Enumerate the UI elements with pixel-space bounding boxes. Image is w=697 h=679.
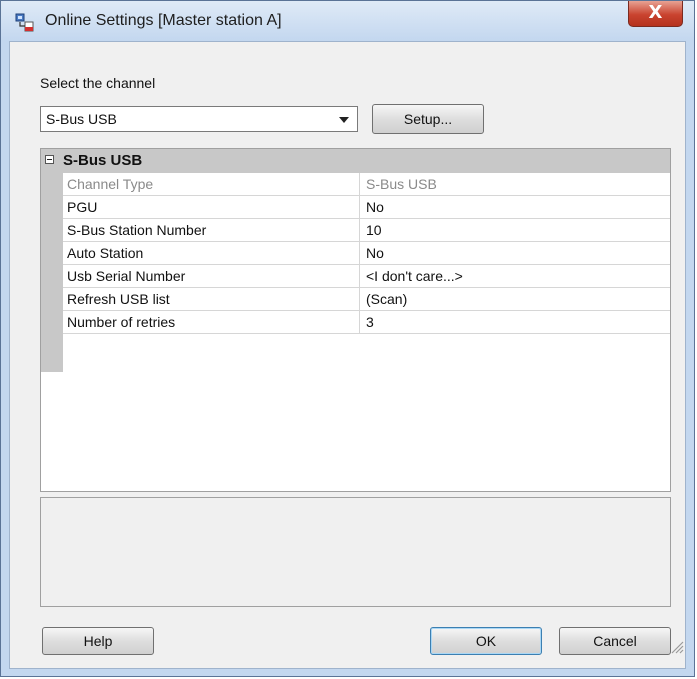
property-name: Number of retries bbox=[67, 314, 176, 330]
property-value[interactable]: 10 bbox=[366, 222, 382, 238]
column-divider bbox=[359, 288, 360, 311]
dialog-window: Online Settings [Master station A] X Sel… bbox=[0, 0, 695, 677]
property-row-station-number[interactable]: S-Bus Station Number 10 bbox=[63, 219, 670, 242]
collapse-icon[interactable] bbox=[45, 155, 54, 164]
property-name: S-Bus Station Number bbox=[67, 222, 207, 238]
property-grid[interactable]: S-Bus USB Channel Type S-Bus USB PGU No … bbox=[40, 148, 671, 492]
property-value[interactable]: 3 bbox=[366, 314, 374, 330]
column-divider bbox=[359, 219, 360, 242]
column-divider bbox=[359, 173, 360, 196]
title-bar[interactable]: Online Settings [Master station A] X bbox=[1, 1, 694, 41]
property-grid-gutter bbox=[41, 173, 63, 372]
resize-grip-icon[interactable] bbox=[668, 638, 684, 654]
property-name: Auto Station bbox=[67, 245, 144, 261]
property-name: PGU bbox=[67, 199, 98, 215]
property-description-panel bbox=[40, 497, 671, 607]
setup-button[interactable]: Setup... bbox=[372, 104, 484, 134]
online-settings-icon bbox=[15, 13, 34, 32]
select-channel-label: Select the channel bbox=[40, 75, 156, 91]
column-divider bbox=[359, 242, 360, 265]
column-divider bbox=[359, 196, 360, 219]
close-icon: X bbox=[648, 2, 663, 23]
property-value: S-Bus USB bbox=[366, 176, 437, 192]
property-value[interactable]: No bbox=[366, 245, 384, 261]
property-row-pgu[interactable]: PGU No bbox=[63, 196, 670, 219]
property-category-label: S-Bus USB bbox=[63, 152, 143, 169]
property-value[interactable]: <I don't care...> bbox=[366, 268, 463, 284]
property-name: Channel Type bbox=[67, 176, 154, 192]
property-row-refresh-usb[interactable]: Refresh USB list (Scan) bbox=[63, 288, 670, 311]
ok-button[interactable]: OK bbox=[430, 627, 542, 655]
property-name: Usb Serial Number bbox=[67, 268, 186, 284]
help-button[interactable]: Help bbox=[42, 627, 154, 655]
chevron-down-icon bbox=[339, 117, 349, 123]
property-value[interactable]: (Scan) bbox=[366, 291, 407, 307]
property-row-auto-station[interactable]: Auto Station No bbox=[63, 242, 670, 265]
dialog-client-area: Select the channel S-Bus USB Setup... S-… bbox=[9, 41, 686, 669]
window-title: Online Settings [Master station A] bbox=[45, 12, 282, 29]
column-divider bbox=[359, 311, 360, 334]
property-row-channel-type[interactable]: Channel Type S-Bus USB bbox=[63, 173, 670, 196]
cancel-button[interactable]: Cancel bbox=[559, 627, 671, 655]
property-row-usb-serial[interactable]: Usb Serial Number <I don't care...> bbox=[63, 265, 670, 288]
channel-dropdown-value: S-Bus USB bbox=[46, 111, 117, 127]
property-value[interactable]: No bbox=[366, 199, 384, 215]
column-divider bbox=[359, 265, 360, 288]
close-button[interactable]: X bbox=[628, 1, 683, 27]
property-name: Refresh USB list bbox=[67, 291, 170, 307]
channel-dropdown[interactable]: S-Bus USB bbox=[40, 106, 358, 132]
property-row-retries[interactable]: Number of retries 3 bbox=[63, 311, 670, 334]
property-category-row[interactable]: S-Bus USB bbox=[41, 149, 670, 173]
